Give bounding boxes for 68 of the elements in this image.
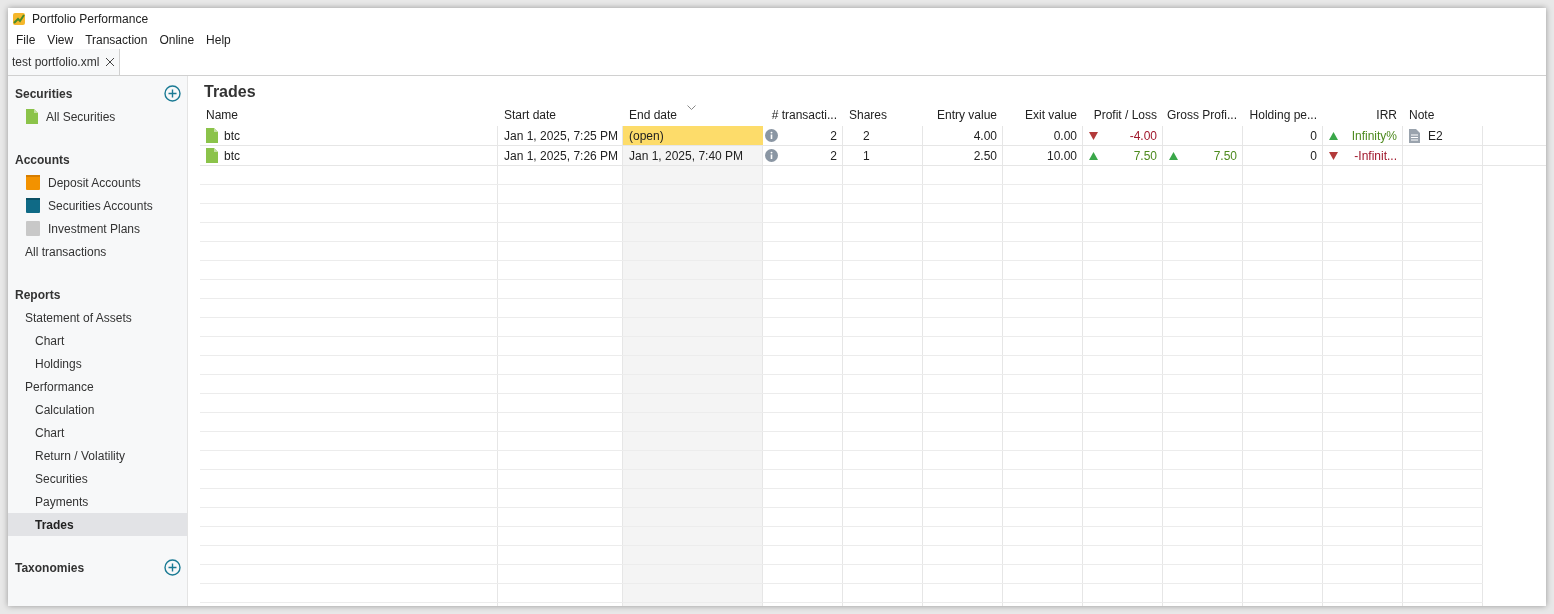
up-triangle-icon (1329, 131, 1338, 140)
table-cell-text: 2 (863, 127, 870, 145)
sidebar-item[interactable]: Trades (8, 513, 187, 536)
table-cell-text: 0 (1310, 147, 1317, 165)
table-cell-text: 10.00 (1046, 147, 1077, 165)
sidebar-item[interactable]: Holdings (8, 352, 187, 375)
note-icon (1409, 128, 1420, 143)
column-header[interactable]: End date (623, 104, 763, 126)
down-triangle-icon (1089, 131, 1098, 140)
document-icon (26, 109, 38, 124)
table-cell-text: 2.50 (973, 147, 997, 165)
info-icon[interactable] (765, 129, 778, 142)
sidebar-item[interactable]: Chart (8, 329, 187, 352)
add-icon[interactable] (164, 85, 181, 102)
table-cell-text: btc (224, 147, 240, 165)
menu-item[interactable]: Online (153, 31, 201, 49)
window-title: Portfolio Performance (32, 11, 149, 28)
sidebar-item[interactable]: All transactions (8, 240, 187, 263)
table-cell-text: -Infinit... (1354, 147, 1397, 165)
menu-item[interactable]: File (10, 31, 42, 49)
sidebar-item[interactable]: Chart (8, 421, 187, 444)
sidebar-item[interactable]: Performance (8, 375, 187, 398)
table-cell-text: 7.50 (1133, 147, 1157, 165)
sidebar-item[interactable]: Calculation (8, 398, 187, 421)
table-cell-text: 7.50 (1213, 147, 1237, 165)
app-logo-icon (12, 12, 26, 26)
table-cell-text: 2 (830, 127, 837, 145)
folder-icon (26, 198, 40, 213)
table-cell-text: -4.00 (1129, 127, 1157, 145)
down-triangle-icon (1329, 151, 1338, 160)
table-cell-text: Jan 1, 2025, 7:26 PM (504, 147, 619, 165)
info-icon[interactable] (765, 149, 778, 162)
menu-item[interactable]: Help (200, 31, 237, 49)
table-cell-text: E2 (1428, 127, 1443, 145)
table-cell-text: 1 (863, 147, 870, 165)
page-title: Trades (203, 82, 256, 102)
sidebar-item[interactable]: Securities (8, 467, 187, 490)
section-title: Securities (15, 85, 73, 103)
add-icon[interactable] (164, 559, 181, 576)
document-icon (206, 128, 218, 143)
menu-item[interactable]: Transaction (79, 31, 154, 49)
table-cell-text: 2 (830, 147, 837, 165)
section-title: Taxonomies (15, 559, 85, 577)
table-cell-text: Jan 1, 2025, 7:40 PM (628, 147, 745, 165)
document-icon (206, 148, 218, 163)
table-cell-text: btc (224, 127, 240, 145)
up-triangle-icon (1089, 151, 1098, 160)
up-triangle-icon (1169, 151, 1178, 160)
folder-icon (26, 221, 40, 236)
document-tab[interactable]: test portfolio.xml (8, 49, 121, 75)
sidebar-item[interactable]: All Securities (8, 105, 187, 128)
menu-item[interactable]: View (41, 31, 80, 49)
folder-icon (26, 175, 40, 190)
sidebar-item[interactable]: Return / Volatility (8, 444, 187, 467)
section-title: Reports (15, 286, 61, 304)
table-cell-text: 0.00 (1053, 127, 1077, 145)
table-cell-text: 4.00 (973, 127, 997, 145)
section-title: Accounts (15, 151, 70, 169)
sidebar-item[interactable]: Statement of Assets (8, 306, 187, 329)
sidebar-item[interactable]: Deposit Accounts (8, 171, 187, 194)
table-cell-text: 0 (1310, 127, 1317, 145)
close-icon[interactable] (105, 57, 116, 67)
sidebar-item[interactable]: Investment Plans (8, 217, 187, 240)
table-cell-text: Jan 1, 2025, 7:25 PM (504, 127, 619, 145)
sidebar-item[interactable]: Payments (8, 490, 187, 513)
table-cell-text: Infinity% (1351, 127, 1397, 145)
sidebar-item[interactable]: Securities Accounts (8, 194, 187, 217)
table-cell: (open) (623, 126, 763, 145)
